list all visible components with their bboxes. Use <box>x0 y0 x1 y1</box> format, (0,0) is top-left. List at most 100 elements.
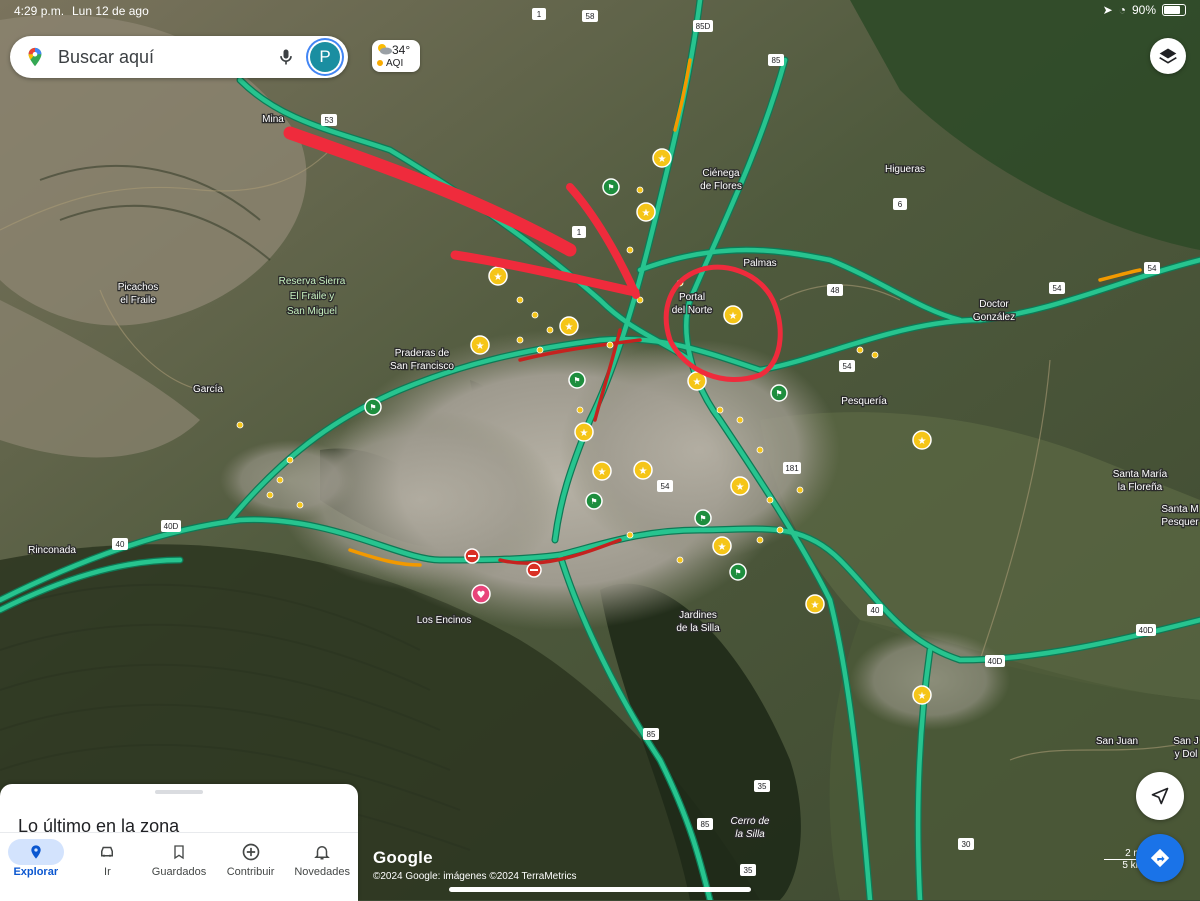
shield-40d2: 40D <box>985 655 1005 667</box>
svg-text:★: ★ <box>642 208 651 219</box>
label-palmas: Palmas <box>743 258 776 269</box>
shield-40d: 40D <box>161 520 181 532</box>
aqi-label: AQI <box>386 58 404 69</box>
svg-text:85D: 85D <box>696 22 711 31</box>
status-date: Lun 12 de ago <box>72 4 149 18</box>
search-bar[interactable]: Buscar aquí P <box>10 36 348 78</box>
svg-text:85: 85 <box>772 56 781 65</box>
svg-text:53: 53 <box>325 116 334 125</box>
svg-text:⚑: ⚑ <box>573 376 580 385</box>
shield-40: 40 <box>112 538 128 550</box>
aqi-dot-icon <box>377 60 383 66</box>
label-garcia: García <box>193 384 223 395</box>
svg-text:★: ★ <box>580 428 589 439</box>
shield-6: 6 <box>893 198 907 210</box>
svg-text:★: ★ <box>918 691 927 702</box>
location-arrow-icon: ➤ <box>1102 3 1113 17</box>
drag-handle[interactable] <box>155 790 203 794</box>
satellite-terrain <box>0 0 1200 900</box>
svg-text:⚑: ⚑ <box>734 568 741 577</box>
label-mina: Mina <box>262 114 284 125</box>
shield-85c: 85 <box>697 818 713 830</box>
label-rinconada: Rinconada <box>28 545 76 556</box>
bookmark-icon <box>151 839 207 865</box>
svg-text:★: ★ <box>658 154 667 165</box>
directions-icon <box>1150 848 1170 868</box>
svg-text:Reserva Sierra: Reserva Sierra <box>279 276 346 287</box>
svg-text:⚑: ⚑ <box>775 389 782 398</box>
copyright-text: ©2024 Google: imágenes ©2024 TerraMetric… <box>373 871 577 882</box>
svg-text:40D: 40D <box>988 657 1003 666</box>
label-pesqueria: Pesquería <box>841 396 887 407</box>
avatar[interactable]: P <box>310 42 340 72</box>
tab-label: Explorar <box>13 866 59 878</box>
bottom-tab-bar: Explorar Ir Guardados Contribuir Novedad… <box>0 832 358 901</box>
svg-text:54: 54 <box>661 482 670 491</box>
svg-text:6: 6 <box>898 200 903 209</box>
svg-text:85: 85 <box>701 820 710 829</box>
svg-text:35: 35 <box>744 866 753 875</box>
tab-contribuir[interactable]: Contribuir <box>215 833 287 901</box>
svg-text:San Miguel: San Miguel <box>287 306 337 317</box>
svg-text:⚑: ⚑ <box>699 514 706 523</box>
tab-label: Ir <box>104 866 111 878</box>
svg-text:★: ★ <box>598 467 607 478</box>
svg-text:★: ★ <box>918 436 927 447</box>
shield-54c: 54 <box>839 360 855 372</box>
svg-text:40D: 40D <box>1139 626 1154 635</box>
search-input[interactable]: Buscar aquí <box>58 47 276 68</box>
shield-35a: 35 <box>754 780 770 792</box>
svg-text:★: ★ <box>494 272 503 283</box>
tab-explorar[interactable]: Explorar <box>0 833 72 901</box>
svg-text:♥: ♥ <box>477 590 486 601</box>
car-icon <box>79 839 135 865</box>
label-higueras: Higueras <box>885 164 925 175</box>
svg-text:★: ★ <box>476 341 485 352</box>
svg-text:40D: 40D <box>164 522 179 531</box>
shield-181: 181 <box>783 462 801 474</box>
tab-label: Novedades <box>294 866 350 878</box>
svg-text:85: 85 <box>647 730 656 739</box>
shield-48: 48 <box>827 284 843 296</box>
svg-text:48: 48 <box>831 286 840 295</box>
svg-text:⚑: ⚑ <box>607 183 614 192</box>
maps-pin-icon <box>28 47 42 67</box>
directions-button[interactable] <box>1136 834 1184 882</box>
weather-chip[interactable]: 34° AQI <box>372 40 420 72</box>
svg-text:54: 54 <box>1148 264 1157 273</box>
tab-ir[interactable]: Ir <box>72 833 144 901</box>
battery-percent: 90% <box>1131 3 1156 17</box>
svg-text:35: 35 <box>758 782 767 791</box>
shield-1b: 1 <box>572 226 586 238</box>
location-pin-icon <box>7 839 64 865</box>
svg-text:★: ★ <box>811 600 820 611</box>
shield-85a: 85 <box>768 54 784 66</box>
my-location-button[interactable] <box>1136 772 1184 820</box>
layers-button[interactable] <box>1150 38 1186 74</box>
map-canvas[interactable]: Mina Picachos el Fraile Reserva SierraEl … <box>0 0 1200 900</box>
tab-novedades[interactable]: Novedades <box>286 833 358 901</box>
status-bar: 4:29 p.m. Lun 12 de ago ➤ ◔ 90% <box>0 0 1200 22</box>
shield-35b: 35 <box>740 864 756 876</box>
battery-fill <box>1164 6 1181 14</box>
shield-85b: 85 <box>643 728 659 740</box>
svg-text:1: 1 <box>577 228 582 237</box>
shield-54d: 54 <box>657 480 673 492</box>
shield-54a: 54 <box>1144 262 1160 274</box>
tab-guardados[interactable]: Guardados <box>143 833 215 901</box>
status-time: 4:29 p.m. <box>14 4 65 18</box>
add-circle-icon <box>223 839 279 865</box>
home-indicator[interactable] <box>449 887 751 892</box>
google-logo: Google <box>373 848 433 867</box>
svg-text:40: 40 <box>871 606 880 615</box>
svg-text:★: ★ <box>565 322 574 333</box>
svg-text:⚑: ⚑ <box>590 497 597 506</box>
svg-text:★: ★ <box>736 482 745 493</box>
bell-icon <box>294 839 350 865</box>
microphone-icon[interactable] <box>276 47 296 67</box>
weather-temperature: 34° <box>392 43 411 57</box>
wifi-icon: ◔ <box>1118 3 1126 17</box>
shield-40d3: 40D <box>1136 624 1156 636</box>
shield-54b: 54 <box>1049 282 1065 294</box>
layers-icon <box>1159 48 1177 64</box>
